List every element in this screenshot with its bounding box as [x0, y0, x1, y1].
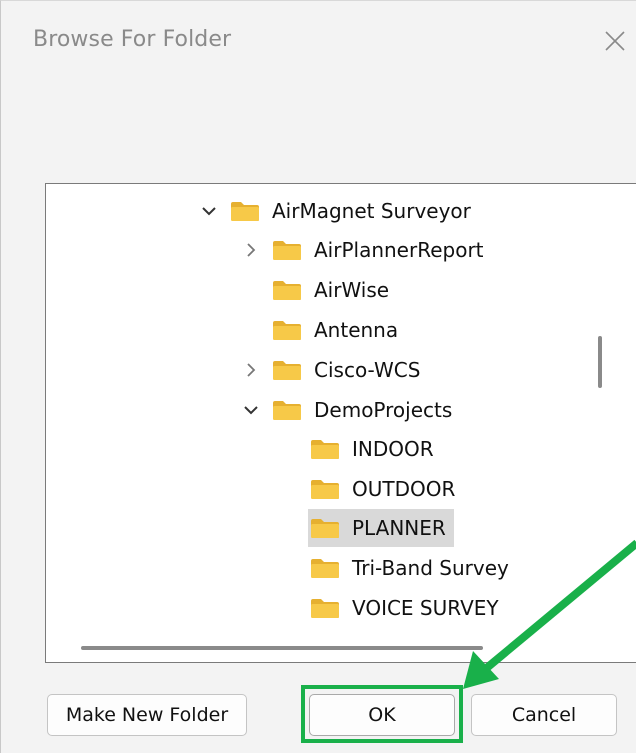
- folder-icon: [273, 361, 301, 380]
- folder-icon: [231, 202, 259, 221]
- tree-item-airwise[interactable]: AirWise: [272, 271, 393, 309]
- folder-icon: [273, 401, 301, 420]
- dialog-title: Browse For Folder: [33, 27, 232, 52]
- make-new-folder-button[interactable]: Make New Folder: [47, 694, 247, 736]
- tree-item-label: AirMagnet Surveyor: [272, 199, 471, 223]
- tree-item-cisco-wcs[interactable]: Cisco-WCS: [242, 351, 424, 389]
- close-icon: [605, 31, 625, 51]
- vertical-scrollbar[interactable]: [598, 336, 602, 388]
- tree-item-antenna[interactable]: Antenna: [272, 311, 402, 349]
- tree-item-label: AirPlannerReport: [314, 238, 484, 262]
- title-bar: Browse For Folder: [1, 1, 636, 85]
- chevron-down-icon[interactable]: [200, 202, 218, 220]
- chevron-down-icon[interactable]: [242, 401, 260, 419]
- tree-item-outdoor[interactable]: OUTDOOR: [310, 470, 459, 508]
- chevron-right-icon[interactable]: [242, 241, 260, 259]
- tree-item-voice-survey[interactable]: VOICE SURVEY: [310, 589, 503, 627]
- folder-icon: [311, 480, 339, 499]
- ok-button[interactable]: OK: [309, 694, 455, 736]
- browse-for-folder-dialog: Browse For Folder AirMagnet Surveyor Air…: [0, 0, 636, 753]
- folder-tree[interactable]: AirMagnet Surveyor AirPlannerReport AirW…: [45, 183, 636, 663]
- folder-icon: [273, 281, 301, 300]
- tree-item-tri-band-survey[interactable]: Tri-Band Survey: [310, 549, 513, 587]
- tree-item-label: AirWise: [314, 278, 390, 302]
- horizontal-scrollbar[interactable]: [81, 646, 483, 650]
- tree-item-label: Tri-Band Survey: [352, 556, 509, 580]
- tree-item-label: OUTDOOR: [352, 477, 456, 501]
- tree-item-label: PLANNER: [350, 510, 450, 546]
- tree-item-label: INDOOR: [352, 437, 434, 461]
- cancel-button[interactable]: Cancel: [471, 694, 617, 736]
- tree-item-indoor[interactable]: INDOOR: [310, 430, 438, 468]
- tree-item-label: Cisco-WCS: [314, 358, 421, 382]
- folder-icon: [311, 559, 339, 578]
- chevron-right-icon[interactable]: [242, 361, 260, 379]
- tree-item-planner[interactable]: PLANNER: [308, 509, 454, 547]
- tree-item-airmagnet-surveyor[interactable]: AirMagnet Surveyor: [200, 192, 475, 230]
- close-button[interactable]: [593, 17, 636, 65]
- folder-icon: [273, 321, 301, 340]
- tree-item-label: Antenna: [314, 318, 399, 342]
- folder-icon: [311, 519, 339, 538]
- tree-item-label: DemoProjects: [314, 398, 453, 422]
- tree-item-demoprojects[interactable]: DemoProjects: [242, 391, 456, 429]
- tree-item-label: VOICE SURVEY: [352, 596, 499, 620]
- folder-icon: [311, 599, 339, 618]
- folder-icon: [273, 241, 301, 260]
- folder-icon: [311, 440, 339, 459]
- tree-item-airplannerreport[interactable]: AirPlannerReport: [242, 231, 488, 269]
